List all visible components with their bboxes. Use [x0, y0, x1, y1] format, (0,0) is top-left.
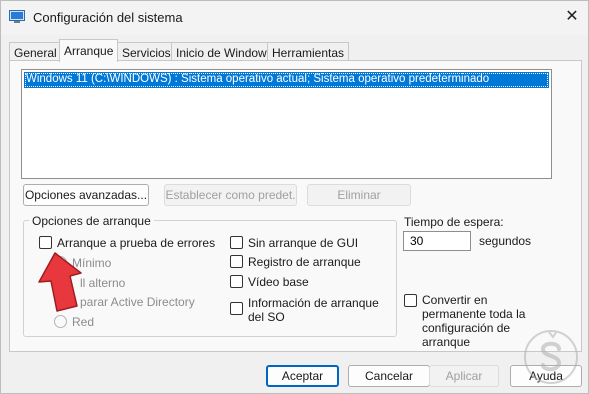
os-list-item-windows-11[interactable]: Windows 11 (C:\WINDOWS) : Sistema operat…	[24, 72, 549, 88]
system-configuration-window: Configuración del sistema ✕ General Arra…	[0, 0, 589, 394]
window-title: Configuración del sistema	[33, 10, 183, 25]
timeout-unit-label: segundos	[479, 234, 532, 248]
title-bar: Configuración del sistema ✕	[1, 1, 588, 35]
tab-herramientas[interactable]: Herramientas	[267, 42, 350, 61]
no-gui-boot-checkbox-box[interactable]	[230, 236, 243, 249]
base-video-checkbox[interactable]: Vídeo base	[230, 275, 309, 289]
ok-button[interactable]: Aceptar	[266, 365, 339, 387]
tab-inicio-de-windows[interactable]: Inicio de Windows	[171, 42, 278, 61]
boot-os-list[interactable]: Windows 11 (C:\WINDOWS) : Sistema operat…	[21, 69, 552, 179]
no-gui-boot-label: Sin arranque de GUI	[248, 236, 359, 250]
delete-button[interactable]: Eliminar	[307, 184, 411, 206]
os-boot-info-checkbox-box[interactable]	[230, 302, 243, 315]
set-default-button[interactable]: Establecer como predet.	[164, 184, 297, 206]
close-button[interactable]: ✕	[561, 9, 583, 27]
active-directory-label: parar Active Directory	[80, 295, 195, 309]
boot-log-label: Registro de arranque	[248, 255, 361, 269]
red-pointer-arrow-icon	[38, 252, 82, 312]
tab-arranque[interactable]: Arranque	[59, 39, 119, 62]
base-video-checkbox-box[interactable]	[230, 275, 243, 288]
os-boot-info-checkbox[interactable]: Información de arranque del SO	[230, 296, 390, 324]
timeout-input[interactable]	[403, 231, 471, 251]
cancel-button[interactable]: Cancelar	[348, 365, 430, 387]
base-video-label: Vídeo base	[248, 275, 309, 289]
tab-servicios[interactable]: Servicios	[117, 42, 176, 61]
os-boot-info-label: Información de arranque del SO	[248, 296, 379, 324]
no-gui-boot-checkbox[interactable]: Sin arranque de GUI	[230, 236, 358, 250]
boot-log-checkbox[interactable]: Registro de arranque	[230, 255, 361, 269]
tab-general[interactable]: General	[9, 42, 62, 61]
boot-options-group-label: Opciones de arranque	[29, 214, 154, 228]
watermark-logo-icon	[524, 330, 578, 384]
make-permanent-checkbox-box[interactable]	[404, 294, 417, 307]
system-config-app-icon	[9, 10, 25, 24]
boot-log-checkbox-box[interactable]	[230, 255, 243, 268]
timeout-label: Tiempo de espera:	[404, 215, 504, 229]
apply-button[interactable]: Aplicar	[429, 365, 499, 387]
advanced-options-button[interactable]: Opciones avanzadas...	[23, 184, 149, 206]
